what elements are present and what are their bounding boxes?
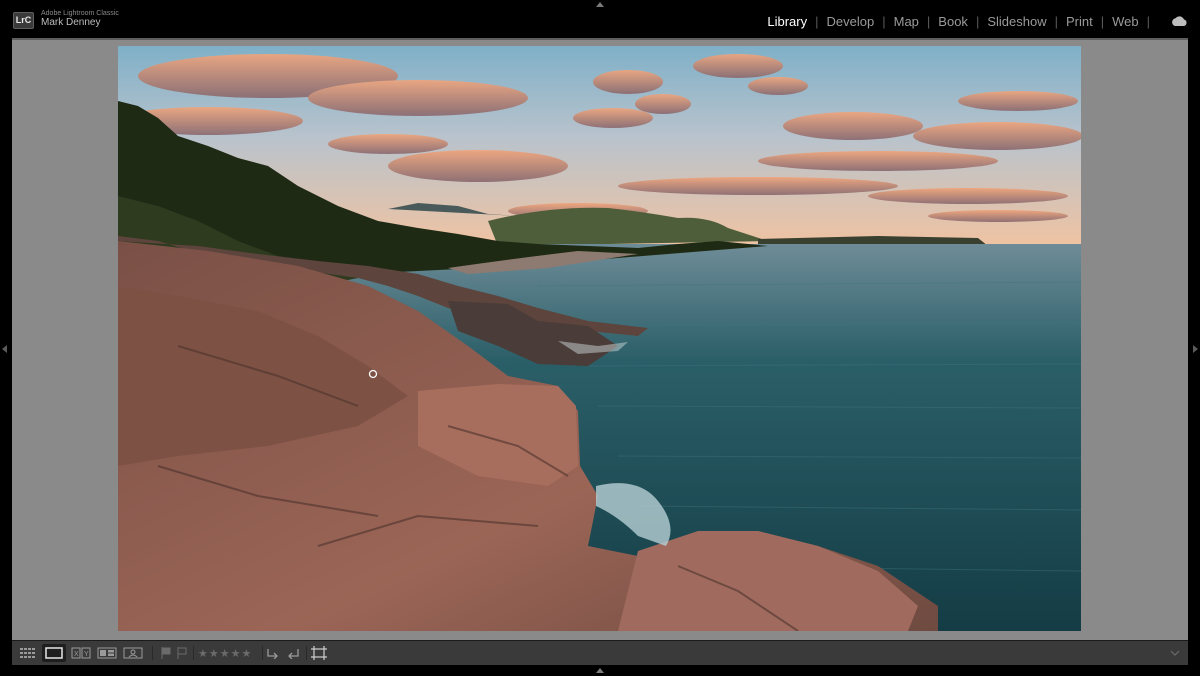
toolbar-divider	[262, 646, 263, 660]
module-book[interactable]: Book	[938, 14, 968, 29]
loupe-view-icon[interactable]	[42, 644, 66, 662]
identity-plate-bar: LrC Adobe Lightroom Classic Mark Denney …	[0, 0, 1200, 36]
flag-reject-icon[interactable]	[176, 644, 188, 662]
lightroom-logo: LrC	[13, 12, 34, 29]
module-picker: Library | Develop | Map | Book | Slidesh…	[767, 14, 1158, 29]
toolbar-divider	[306, 646, 307, 660]
toolbar-divider	[152, 646, 153, 660]
photo-preview[interactable]	[118, 46, 1081, 631]
cloud-sync-icon[interactable]	[1171, 16, 1187, 26]
crop-overlay-icon[interactable]	[310, 644, 328, 662]
module-develop[interactable]: Develop	[827, 14, 875, 29]
filmstrip-collapsed-bar	[0, 665, 1200, 676]
svg-text:Y: Y	[84, 651, 89, 658]
toolbar-content-chevron-icon[interactable]	[1168, 644, 1182, 662]
survey-view-icon[interactable]	[96, 644, 118, 662]
star-rating[interactable]: ★★★★★	[198, 647, 252, 660]
module-separator: |	[1100, 14, 1105, 29]
module-slideshow[interactable]: Slideshow	[987, 14, 1046, 29]
loupe-view-area[interactable]	[12, 38, 1188, 640]
module-separator: |	[926, 14, 931, 29]
app-name-label: Adobe Lightroom Classic	[41, 10, 119, 17]
rotate-right-icon[interactable]	[285, 644, 301, 662]
grid-view-icon[interactable]	[18, 644, 38, 662]
loupe-cursor-icon	[368, 369, 378, 379]
rotate-left-icon[interactable]	[265, 644, 281, 662]
module-library[interactable]: Library	[767, 14, 807, 29]
right-panel-toggle-icon[interactable]	[1193, 345, 1198, 353]
module-separator: |	[815, 14, 819, 29]
module-print[interactable]: Print	[1066, 14, 1093, 29]
user-name-label: Mark Denney	[41, 17, 101, 28]
module-separator: |	[1146, 14, 1150, 29]
module-web[interactable]: Web	[1112, 14, 1139, 29]
compare-view-icon[interactable]: X Y	[70, 644, 92, 662]
svg-text:X: X	[74, 651, 79, 658]
bottom-panel-toggle-icon[interactable]	[596, 668, 604, 673]
flag-pick-icon[interactable]	[160, 644, 172, 662]
top-panel-toggle-icon[interactable]	[596, 2, 604, 7]
module-separator: |	[882, 14, 886, 29]
coastal-landscape-image	[118, 46, 1081, 631]
people-view-icon[interactable]	[122, 644, 144, 662]
module-separator: |	[975, 14, 980, 29]
left-panel-toggle-icon[interactable]	[2, 345, 7, 353]
library-toolbar: X Y ★★★★★	[12, 640, 1188, 666]
module-map[interactable]: Map	[894, 14, 919, 29]
toolbar-divider	[193, 646, 194, 660]
module-separator: |	[1054, 14, 1058, 29]
